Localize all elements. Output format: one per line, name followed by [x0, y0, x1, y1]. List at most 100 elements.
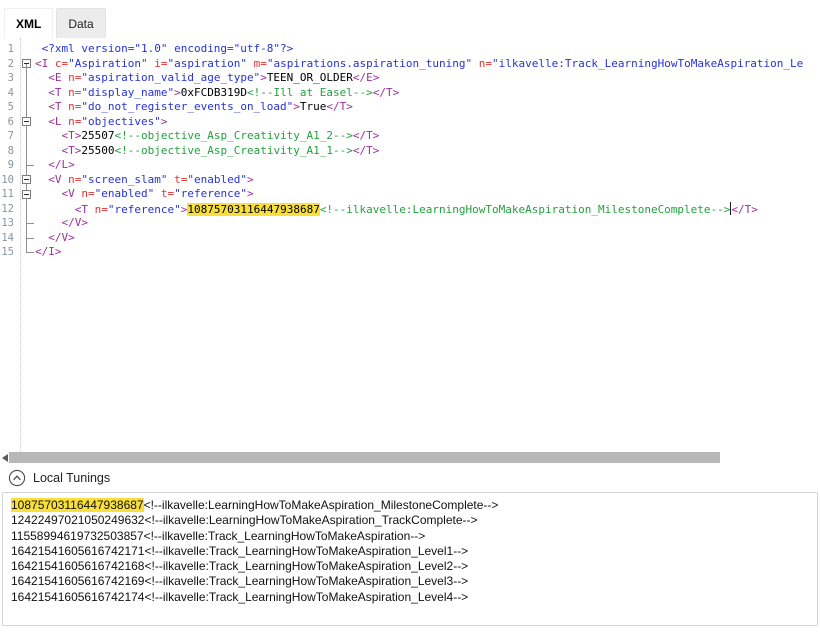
code-line[interactable]: 15 </I>: [0, 245, 820, 260]
syntax-attr: i=: [154, 57, 167, 70]
tuning-list-item[interactable]: 10875703116447938687<!--ilkavelle:Learni…: [11, 498, 809, 513]
syntax-attr: m=: [254, 57, 267, 70]
syntax-attr: n=: [68, 115, 81, 128]
syntax-tag: >: [293, 100, 300, 113]
local-tunings-list: 10875703116447938687<!--ilkavelle:Learni…: [2, 492, 818, 626]
code-line[interactable]: 14 </V>: [0, 231, 820, 246]
code-line[interactable]: 4 <T n="display_name">0xFCDB319D<!--Ill …: [0, 86, 820, 101]
code-text: <T>25500<!--objective_Asp_Creativity_A1_…: [35, 144, 820, 159]
code-line[interactable]: 5 <T n="do_not_register_events_on_load">…: [0, 100, 820, 115]
fold-guide: [18, 158, 35, 173]
code-line[interactable]: 7 <T>25507<!--objective_Asp_Creativity_A…: [0, 129, 820, 144]
tuning-list-item[interactable]: 12422497021050249632<!--ilkavelle:Learni…: [11, 513, 809, 528]
fold-collapse-icon[interactable]: [18, 115, 35, 130]
code-line[interactable]: 13 </V>: [0, 216, 820, 231]
syntax-val: "Aspiration": [68, 57, 147, 70]
tuning-comment: <!--ilkavelle:LearningHowToMakeAspiratio…: [144, 513, 477, 527]
syntax-attr: n=: [68, 86, 81, 99]
syntax-val: "reference": [174, 187, 247, 200]
syntax-txt: [247, 57, 254, 70]
tuning-id: 16421541605616742169: [11, 574, 144, 588]
syntax-attr: n=: [68, 173, 81, 186]
syntax-tag: </E>: [353, 71, 380, 84]
line-number: 14: [0, 231, 18, 246]
fold-guide: [18, 42, 35, 57]
syntax-tag: </I>: [35, 245, 62, 258]
tuning-comment: <!--ilkavelle:Track_LearningHowToMakeAsp…: [144, 544, 468, 558]
code-text: <T n="do_not_register_events_on_load">Tr…: [35, 100, 820, 115]
tuning-comment: <!--ilkavelle:Track_LearningHowToMakeAsp…: [144, 529, 426, 543]
fold-guide: [18, 245, 35, 260]
fold-collapse-icon[interactable]: [18, 173, 35, 188]
tuning-comment: <!--ilkavelle:Track_LearningHowToMakeAsp…: [144, 559, 468, 573]
syntax-val: "enabled": [95, 187, 155, 200]
scrollbar-thumb[interactable]: [9, 452, 720, 463]
syntax-tag: </V>: [48, 231, 75, 244]
fold-guide: [18, 71, 35, 86]
code-line[interactable]: 10 <V n="screen_slam" t="enabled">: [0, 173, 820, 188]
syntax-tag: >: [247, 173, 254, 186]
syntax-tag: >: [174, 86, 181, 99]
local-tunings-collapse-button[interactable]: [8, 469, 26, 487]
line-number: 7: [0, 129, 18, 144]
tuning-list-item[interactable]: 16421541605616742169<!--ilkavelle:Track_…: [11, 574, 809, 589]
line-number: 4: [0, 86, 18, 101]
tuning-list-item[interactable]: 16421541605616742174<!--ilkavelle:Track_…: [11, 590, 809, 605]
tuning-id: 16421541605616742171: [11, 544, 144, 558]
fold-collapse-icon[interactable]: [18, 57, 35, 72]
syntax-tag: </T>: [326, 100, 353, 113]
tuning-list-item[interactable]: 11558994619732503857<!--ilkavelle:Track_…: [11, 529, 809, 544]
code-line[interactable]: 3 <E n="aspiration_valid_age_type">TEEN_…: [0, 71, 820, 86]
code-line[interactable]: 9 </L>: [0, 158, 820, 173]
fold-collapse-icon[interactable]: [18, 187, 35, 202]
tuning-comment: <!--ilkavelle:Track_LearningHowToMakeAsp…: [144, 574, 468, 588]
syntax-tag: >: [247, 187, 254, 200]
syntax-val: "reference": [108, 203, 181, 216]
syntax-val: "screen_slam": [81, 173, 167, 186]
code-line[interactable]: 8 <T>25500<!--objective_Asp_Creativity_A…: [0, 144, 820, 159]
code-line[interactable]: 11 <V n="enabled" t="reference">: [0, 187, 820, 202]
code-line[interactable]: 12 <T n="reference">10875703116447938687…: [0, 202, 820, 217]
tab-xml[interactable]: XML: [4, 8, 53, 38]
code-text: <E n="aspiration_valid_age_type">TEEN_OR…: [35, 71, 820, 86]
line-number: 1: [0, 42, 18, 57]
syntax-val: "display_name": [81, 86, 174, 99]
code-text: <V n="enabled" t="reference">: [35, 187, 820, 202]
line-number: 8: [0, 144, 18, 159]
syntax-com: <!--objective_Asp_Creativity_A1_1-->: [115, 144, 353, 157]
fold-guide: [18, 129, 35, 144]
tab-bar: XML Data: [0, 0, 820, 38]
code-text: <T n="display_name">0xFCDB319D<!--Ill at…: [35, 86, 820, 101]
code-text: <I c="Aspiration" i="aspiration" m="aspi…: [35, 57, 820, 72]
xml-code-editor[interactable]: 1 <?xml version="1.0" encoding="utf-8"?>…: [0, 38, 820, 452]
fold-guide: [18, 100, 35, 115]
syntax-tag: >: [260, 71, 267, 84]
code-line[interactable]: 1 <?xml version="1.0" encoding="utf-8"?>: [0, 42, 820, 57]
syntax-txt: True: [300, 100, 327, 113]
tuning-list-item[interactable]: 16421541605616742171<!--ilkavelle:Track_…: [11, 544, 809, 559]
syntax-txt: 25500: [81, 144, 114, 157]
fold-guide: [18, 86, 35, 101]
code-text: <T>25507<!--objective_Asp_Creativity_A1_…: [35, 129, 820, 144]
syntax-tag: </V>: [62, 216, 89, 229]
line-number: 15: [0, 245, 18, 260]
syntax-attr: t=: [174, 173, 187, 186]
fold-guide: [18, 216, 35, 231]
syntax-txt: [154, 187, 161, 200]
syntax-tag: <T>: [62, 129, 82, 142]
syntax-tag: </T>: [731, 203, 758, 216]
code-text: <V n="screen_slam" t="enabled">: [35, 173, 820, 188]
code-line[interactable]: 6 <L n="objectives">: [0, 115, 820, 130]
syntax-attr: n=: [95, 203, 108, 216]
syntax-tag: <T: [48, 100, 68, 113]
horizontal-scrollbar[interactable]: [0, 452, 820, 463]
code-line[interactable]: 2<I c="Aspiration" i="aspiration" m="asp…: [0, 57, 820, 72]
tuning-id: 16421541605616742168: [11, 559, 144, 573]
tab-data[interactable]: Data: [56, 8, 105, 38]
syntax-attr: c=: [55, 57, 68, 70]
tuning-list-item[interactable]: 16421541605616742168<!--ilkavelle:Track_…: [11, 559, 809, 574]
fold-guide: [18, 202, 35, 217]
syntax-tag: </T>: [373, 86, 400, 99]
syntax-tag: </T>: [353, 129, 380, 142]
scrollbar-left-arrow-icon[interactable]: [0, 452, 9, 463]
